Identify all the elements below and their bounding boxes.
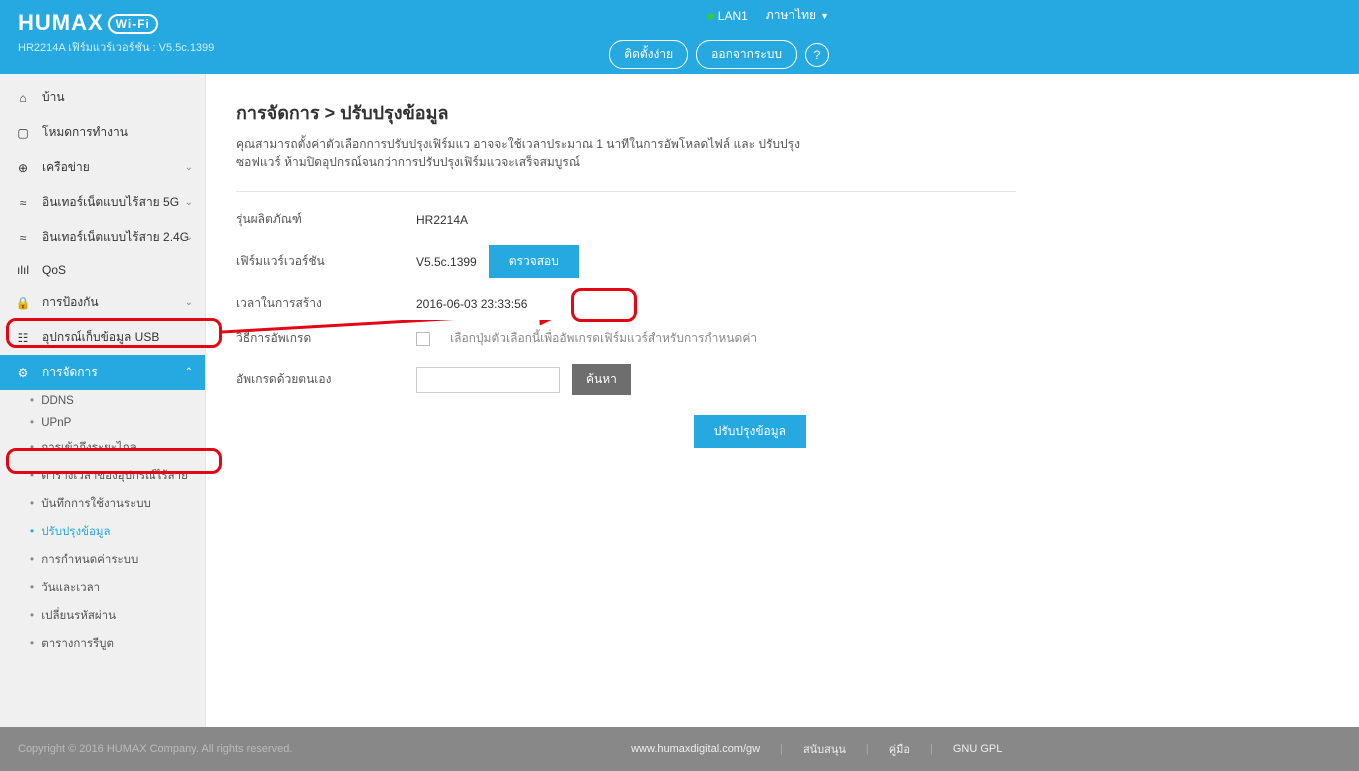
nav-security[interactable]: 🔒การป้องกัน⌄ [0, 285, 205, 320]
divider [236, 191, 1016, 192]
nav-qos[interactable]: ılılQoS [0, 255, 205, 285]
usb-icon: ☷ [14, 331, 32, 345]
header: HUMAXWi-Fi HR2214A เฟิร์มแวร์เวอร์ชัน : … [0, 0, 1359, 74]
main-content: การจัดการ > ปรับปรุงข้อมูล คุณสามารถตั้ง… [206, 74, 1046, 727]
sidebar: ⌂บ้าน ▢โหมดการทำงาน ⊕เครือข่าย⌄ ≈อินเทอร… [0, 74, 206, 727]
footer-manual[interactable]: คู่มือ [889, 740, 910, 758]
file-input[interactable] [416, 367, 560, 393]
header-actions: ติดตั้งง่าย ออกจากระบบ ? [609, 40, 829, 69]
footer-url[interactable]: www.humaxdigital.com/gw [631, 743, 760, 755]
footer-support[interactable]: สนับสนุน [803, 740, 846, 758]
nav-usb[interactable]: ☷อุปกรณ์เก็บข้อมูล USB [0, 320, 205, 355]
chevron-down-icon: ⌄ [185, 162, 193, 173]
row-build: เวลาในการสร้าง 2016-06-03 23:33:56 [236, 294, 1016, 313]
brand-text: HUMAX [18, 10, 104, 35]
help-button[interactable]: ? [805, 43, 829, 67]
manual-value: ค้นหา [416, 364, 631, 395]
nav-op-mode[interactable]: ▢โหมดการทำงาน [0, 115, 205, 150]
easy-setup-button[interactable]: ติดตั้งง่าย [609, 40, 688, 69]
nav-wifi-24g[interactable]: ≈อินเทอร์เน็ตแบบไร้สาย 2.4G⌄ [0, 220, 205, 255]
subnav-password[interactable]: เปลี่ยนรหัสผ่าน [0, 602, 205, 630]
row-method: วิธีการอัพเกรด เลือกปุ่มตัวเลือกนี้เพื่อ… [236, 329, 1016, 348]
brand-logo: HUMAXWi-Fi [18, 10, 214, 36]
bars-icon: ılıl [14, 263, 32, 277]
build-label: เวลาในการสร้าง [236, 294, 416, 313]
submit-upgrade-button[interactable]: ปรับปรุงข้อมูล [694, 415, 806, 448]
op-mode-icon: ▢ [14, 126, 32, 140]
nav-network[interactable]: ⊕เครือข่าย⌄ [0, 150, 205, 185]
row-firmware: เฟิร์มแวร์เวอร์ชัน V5.5c.1399 ตรวจสอบ [236, 245, 1016, 278]
row-manual: อัพเกรดด้วยตนเอง ค้นหา [236, 364, 1016, 395]
footer: Copyright © 2016 HUMAX Company. All righ… [0, 727, 1359, 771]
subnav-syslog[interactable]: บันทึกการใช้งานระบบ [0, 490, 205, 518]
nav-management[interactable]: ⚙การจัดการ⌃ [0, 355, 205, 390]
method-label: วิธีการอัพเกรด [236, 329, 416, 348]
chevron-down-icon: ▼ [820, 11, 829, 21]
model-fw-text: HR2214A เฟิร์มแวร์เวอร์ชัน : V5.5c.1399 [18, 38, 214, 56]
subnav-config[interactable]: การกำหนดค่าระบบ [0, 546, 205, 574]
copyright: Copyright © 2016 HUMAX Company. All righ… [18, 743, 292, 755]
browse-button[interactable]: ค้นหา [572, 364, 631, 395]
lan-status: LAN1 [707, 9, 748, 23]
fw-value-group: V5.5c.1399 ตรวจสอบ [416, 245, 579, 278]
wifi-icon: ≈ [14, 231, 32, 245]
chevron-down-icon: ⌄ [185, 297, 193, 308]
logo-area: HUMAXWi-Fi HR2214A เฟิร์มแวร์เวอร์ชัน : … [18, 10, 214, 56]
top-status-bar: LAN1 ภาษาไทย▼ [707, 6, 829, 25]
submit-row: ปรับปรุงข้อมูล [236, 415, 816, 448]
nav-home[interactable]: ⌂บ้าน [0, 80, 205, 115]
page-title: การจัดการ > ปรับปรุงข้อมูล [236, 98, 1016, 127]
subnav-wireless-schedule[interactable]: ตารางเวลาของอุปกรณ์ไร้สาย [0, 462, 205, 490]
logout-button[interactable]: ออกจากระบบ [696, 40, 797, 69]
method-checkbox[interactable] [416, 332, 430, 346]
manual-label: อัพเกรดด้วยตนเอง [236, 370, 416, 389]
subnav-ddns[interactable]: DDNS [0, 390, 205, 412]
subnav-management: DDNS UPnP การเข้าถึงระยะไกล ตารางเวลาของ… [0, 390, 205, 658]
footer-gpl[interactable]: GNU GPL [953, 743, 1003, 755]
build-value: 2016-06-03 23:33:56 [416, 297, 527, 311]
subnav-upgrade[interactable]: ปรับปรุงข้อมูล [0, 518, 205, 546]
chevron-up-icon: ⌃ [185, 367, 193, 378]
page-description: คุณสามารถตั้งค่าตัวเลือกการปรับปรุงเฟิร์… [236, 135, 816, 171]
wifi-badge: Wi-Fi [108, 14, 158, 34]
subnav-remote[interactable]: การเข้าถึงระยะไกล [0, 434, 205, 462]
lock-icon: 🔒 [14, 296, 32, 310]
globe-icon: ⊕ [14, 161, 32, 175]
method-checkbox-label: เลือกปุ่มตัวเลือกนี้เพื่ออัพเกรดเฟิร์มแว… [450, 329, 757, 348]
model-label: รุ่นผลิตภัณฑ์ [236, 210, 416, 229]
subnav-datetime[interactable]: วันและเวลา [0, 574, 205, 602]
nav-wifi-5g[interactable]: ≈อินเทอร์เน็ตแบบไร้สาย 5G⌄ [0, 185, 205, 220]
check-button[interactable]: ตรวจสอบ [489, 245, 579, 278]
footer-links: www.humaxdigital.com/gw | สนับสนุน | คู่… [292, 740, 1341, 758]
subnav-reboot[interactable]: ตารางการรีบูต [0, 630, 205, 658]
method-value: เลือกปุ่มตัวเลือกนี้เพื่ออัพเกรดเฟิร์มแว… [416, 329, 757, 348]
row-model: รุ่นผลิตภัณฑ์ HR2214A [236, 210, 1016, 229]
home-icon: ⌂ [14, 91, 32, 105]
status-dot-icon [707, 13, 714, 20]
fw-value: V5.5c.1399 [416, 255, 477, 269]
subnav-upnp[interactable]: UPnP [0, 412, 205, 434]
chevron-down-icon: ⌄ [185, 197, 193, 208]
chevron-down-icon: ⌄ [185, 232, 193, 243]
wifi-icon: ≈ [14, 196, 32, 210]
gear-icon: ⚙ [14, 366, 32, 380]
language-selector[interactable]: ภาษาไทย▼ [766, 6, 829, 25]
model-value: HR2214A [416, 213, 468, 227]
fw-label: เฟิร์มแวร์เวอร์ชัน [236, 252, 416, 271]
